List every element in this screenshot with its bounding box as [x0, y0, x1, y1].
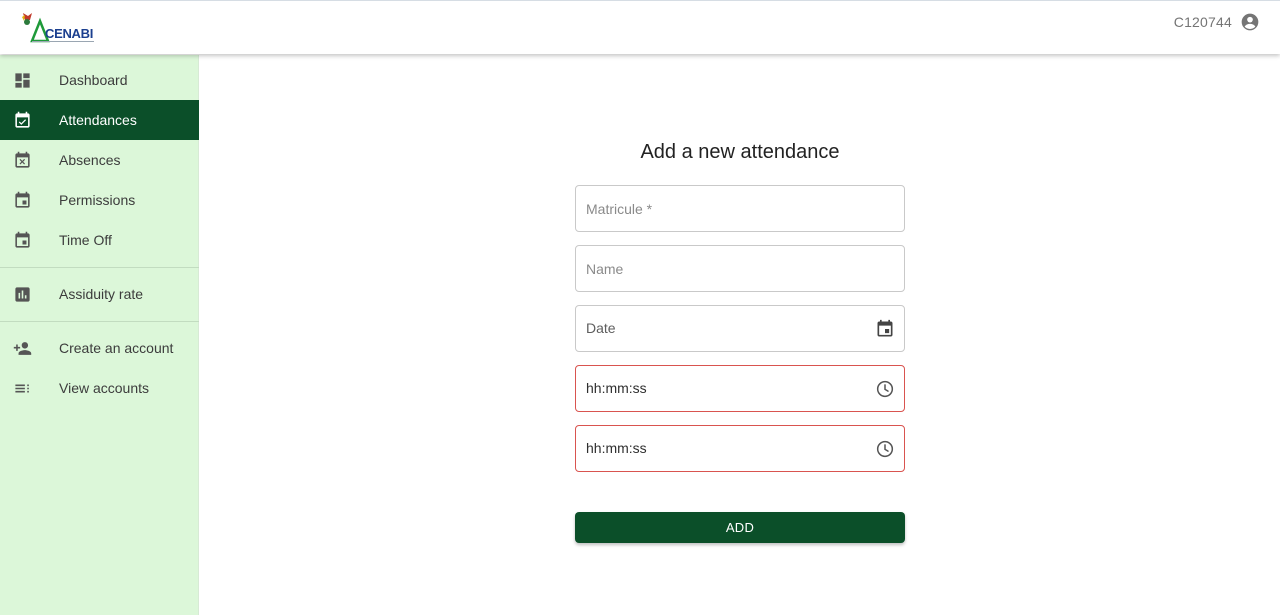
date-field[interactable]: Date: [575, 305, 905, 352]
time-out-input-label: hh:mm:ss: [586, 440, 647, 456]
person-add-icon: [13, 339, 32, 358]
sidebar-divider: [0, 321, 199, 322]
form-title: Add a new attendance: [640, 141, 840, 163]
name-field[interactable]: [575, 245, 905, 292]
sidebar-item-label: Permissions: [59, 192, 136, 208]
clock-icon[interactable]: [875, 379, 895, 399]
sidebar-item-label: Absences: [59, 152, 121, 168]
add-button[interactable]: ADD: [575, 512, 905, 543]
app-bar: CENABI C120744: [0, 0, 1280, 54]
bar-chart-icon: [13, 285, 32, 304]
sidebar-item-label: Time Off: [59, 232, 112, 248]
clock-icon[interactable]: [875, 439, 895, 459]
account-circle-icon[interactable]: [1240, 12, 1260, 32]
matricule-input[interactable]: [586, 186, 846, 231]
sidebar-item-view-accounts[interactable]: View accounts: [0, 368, 199, 408]
time-out-field[interactable]: hh:mm:ss: [575, 425, 905, 472]
sidebar-item-absences[interactable]: Absences: [0, 140, 199, 180]
sidebar-divider: [0, 267, 199, 268]
sidebar-item-label: Assiduity rate: [59, 286, 144, 302]
sidebar-item-dashboard[interactable]: Dashboard: [0, 60, 199, 100]
time-in-input-label: hh:mm:ss: [586, 380, 647, 396]
event-icon: [13, 191, 32, 210]
cenabi-logo[interactable]: CENABI: [20, 11, 98, 45]
name-input[interactable]: [586, 246, 846, 291]
sidebar-item-create-account[interactable]: Create an account: [0, 328, 199, 368]
sidebar-item-label: Dashboard: [59, 72, 128, 88]
sidebar-item-label: View accounts: [59, 380, 150, 396]
event-busy-icon: [13, 151, 32, 170]
user-menu[interactable]: C120744: [1174, 12, 1260, 32]
event-icon: [13, 231, 32, 250]
svg-text:CENABI: CENABI: [45, 26, 93, 41]
sidebar-item-assiduity-rate[interactable]: Assiduity rate: [0, 274, 199, 314]
matricule-field[interactable]: [575, 185, 905, 232]
sidebar-item-label: Create an account: [59, 340, 174, 356]
time-in-field[interactable]: hh:mm:ss: [575, 365, 905, 412]
dashboard-icon: [13, 71, 32, 90]
sidebar-item-permissions[interactable]: Permissions: [0, 180, 199, 220]
sidebar-item-time-off[interactable]: Time Off: [0, 220, 199, 260]
sidebar-item-label: Attendances: [59, 112, 137, 128]
sidebar: Dashboard Attendances Absences Permissio…: [0, 55, 199, 615]
calendar-icon[interactable]: [875, 319, 895, 339]
event-available-icon: [13, 111, 32, 130]
list-icon: [13, 379, 32, 398]
date-input-label: Date: [586, 320, 616, 336]
user-id: C120744: [1173, 14, 1232, 30]
sidebar-item-attendances[interactable]: Attendances: [0, 100, 199, 140]
